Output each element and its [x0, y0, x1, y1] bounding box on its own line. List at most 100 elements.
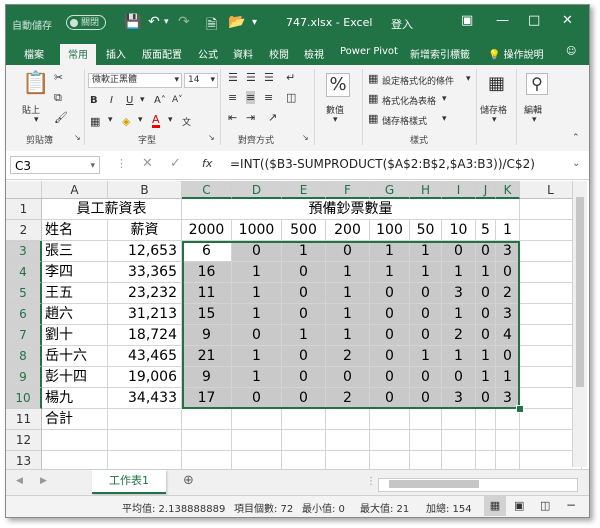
- cell-f12[interactable]: [326, 430, 370, 451]
- note-count-cell[interactable]: 1: [370, 262, 410, 283]
- border-dropdown-icon[interactable]: ▾: [108, 115, 113, 125]
- denomination-header-cell[interactable]: 100: [370, 220, 410, 241]
- employee-salary-cell[interactable]: 23,232: [108, 283, 182, 304]
- denomination-header-cell[interactable]: 200: [326, 220, 370, 241]
- undo-dropdown-icon[interactable]: ▾: [164, 17, 169, 27]
- note-count-cell[interactable]: 0: [282, 262, 326, 283]
- note-count-cell[interactable]: 3: [496, 241, 520, 262]
- note-count-cell[interactable]: 0: [232, 241, 282, 262]
- add-sheet-icon[interactable]: ⊕: [183, 473, 194, 488]
- note-count-cell[interactable]: 15: [182, 304, 232, 325]
- cancel-icon[interactable]: ✕: [142, 156, 153, 171]
- note-count-cell[interactable]: 0: [282, 283, 326, 304]
- tab-insert[interactable]: 插入: [106, 46, 126, 61]
- total-label-cell[interactable]: 合計: [42, 409, 108, 430]
- note-count-cell[interactable]: 17: [182, 388, 232, 409]
- employee-name-cell[interactable]: 岳十六: [42, 346, 108, 367]
- autosave-toggle[interactable]: 關閉: [66, 15, 106, 30]
- note-count-cell[interactable]: 2: [442, 325, 476, 346]
- cell-c11[interactable]: [182, 409, 232, 430]
- employee-name-cell[interactable]: 楊九: [42, 388, 108, 409]
- employee-salary-cell[interactable]: 18,724: [108, 325, 182, 346]
- ribbon-display-icon[interactable]: ▣: [461, 13, 473, 28]
- column-header-f[interactable]: F: [326, 181, 370, 199]
- tab-data[interactable]: 資料: [233, 46, 253, 61]
- scrollbar-thumb[interactable]: [576, 197, 584, 387]
- note-count-cell[interactable]: 0: [496, 262, 520, 283]
- denomination-title-cell[interactable]: 預備鈔票數量: [182, 199, 520, 220]
- number-dropdown-icon[interactable]: ▾: [333, 115, 338, 125]
- note-count-cell[interactable]: 0: [476, 388, 496, 409]
- decrease-indent-icon[interactable]: ⇤: [228, 111, 237, 124]
- column-header-b[interactable]: B: [108, 181, 182, 199]
- note-count-cell[interactable]: 1: [442, 304, 476, 325]
- font-color-icon[interactable]: A: [152, 114, 160, 128]
- select-all-corner[interactable]: [6, 181, 42, 199]
- note-count-cell[interactable]: 3: [442, 388, 476, 409]
- note-count-cell[interactable]: 1: [326, 262, 370, 283]
- note-count-cell[interactable]: 0: [326, 241, 370, 262]
- format-painter-icon[interactable]: 🖌: [54, 111, 68, 124]
- note-count-cell[interactable]: 1: [370, 241, 410, 262]
- merge-center-icon[interactable]: ◫: [286, 91, 296, 104]
- note-count-cell[interactable]: 0: [370, 325, 410, 346]
- scrollbar-thumb[interactable]: [389, 480, 479, 488]
- font-name-select[interactable]: 微軟正黑體 ▾: [88, 73, 182, 88]
- note-count-cell[interactable]: 0: [410, 367, 442, 388]
- tab-formulas[interactable]: 公式: [198, 46, 218, 61]
- font-color-dropdown-icon[interactable]: ▾: [168, 115, 173, 125]
- note-count-cell[interactable]: 1: [282, 241, 326, 262]
- note-count-cell[interactable]: 0: [476, 304, 496, 325]
- employee-salary-cell[interactable]: 34,433: [108, 388, 182, 409]
- note-count-cell[interactable]: 0: [370, 283, 410, 304]
- note-count-cell[interactable]: 1: [476, 346, 496, 367]
- note-count-cell[interactable]: 1: [410, 241, 442, 262]
- note-count-cell[interactable]: 0: [282, 346, 326, 367]
- cell-h12[interactable]: [410, 430, 442, 451]
- note-count-cell[interactable]: 0: [282, 367, 326, 388]
- increase-indent-icon[interactable]: ⇥: [246, 111, 255, 124]
- cell-e11[interactable]: [282, 409, 326, 430]
- tell-me-search[interactable]: 💡 操作說明: [488, 46, 544, 61]
- note-count-cell[interactable]: 1: [232, 262, 282, 283]
- note-count-cell[interactable]: 1: [232, 283, 282, 304]
- paste-icon[interactable]: 📋: [22, 71, 49, 96]
- employee-name-cell[interactable]: 趙六: [42, 304, 108, 325]
- insert-function-icon[interactable]: fx: [202, 157, 212, 170]
- denomination-header-cell[interactable]: 2000: [182, 220, 232, 241]
- note-count-cell[interactable]: 11: [182, 283, 232, 304]
- employee-salary-cell[interactable]: 33,365: [108, 262, 182, 283]
- zoom-out-icon[interactable]: −: [566, 498, 576, 512]
- denomination-header-cell[interactable]: 5: [476, 220, 496, 241]
- note-count-cell[interactable]: 0: [326, 367, 370, 388]
- row-header-4[interactable]: 4: [6, 262, 42, 283]
- note-count-cell[interactable]: 1: [232, 367, 282, 388]
- note-count-cell[interactable]: 0: [370, 346, 410, 367]
- cell-i11[interactable]: [442, 409, 476, 430]
- conditional-format-button[interactable]: 設定格式化的條件: [382, 74, 454, 87]
- share-icon[interactable]: ☺: [566, 46, 576, 57]
- employee-salary-cell[interactable]: 43,465: [108, 346, 182, 367]
- alignment-launcher-icon[interactable]: ↘: [302, 133, 309, 142]
- italic-button[interactable]: I: [110, 95, 113, 106]
- enter-icon[interactable]: ✓: [170, 156, 181, 171]
- sheet-title-cell[interactable]: 員工薪資表: [42, 199, 182, 220]
- header-salary-cell[interactable]: 薪資: [108, 220, 182, 241]
- tab-review[interactable]: 校閱: [269, 46, 289, 61]
- tab-custom[interactable]: 新增索引標籤: [410, 46, 470, 61]
- grow-font-icon[interactable]: A˄: [154, 95, 166, 106]
- note-count-cell[interactable]: 0: [232, 325, 282, 346]
- note-count-cell[interactable]: 1: [442, 346, 476, 367]
- note-count-cell[interactable]: 2: [326, 346, 370, 367]
- note-count-cell[interactable]: 0: [370, 304, 410, 325]
- page-break-view-icon[interactable]: ◫: [540, 499, 550, 512]
- cell-f11[interactable]: [326, 409, 370, 430]
- format-as-table-button[interactable]: 格式化為表格: [382, 94, 436, 107]
- cut-icon[interactable]: ✂: [54, 71, 63, 84]
- row-header-9[interactable]: 9: [6, 367, 42, 388]
- paste-dropdown-icon[interactable]: ▾: [34, 115, 39, 125]
- column-header-j[interactable]: J: [476, 181, 496, 199]
- new-file-icon[interactable]: 🗎: [206, 14, 217, 38]
- align-right-icon[interactable]: ≡: [264, 91, 273, 104]
- cell-d12[interactable]: [232, 430, 282, 451]
